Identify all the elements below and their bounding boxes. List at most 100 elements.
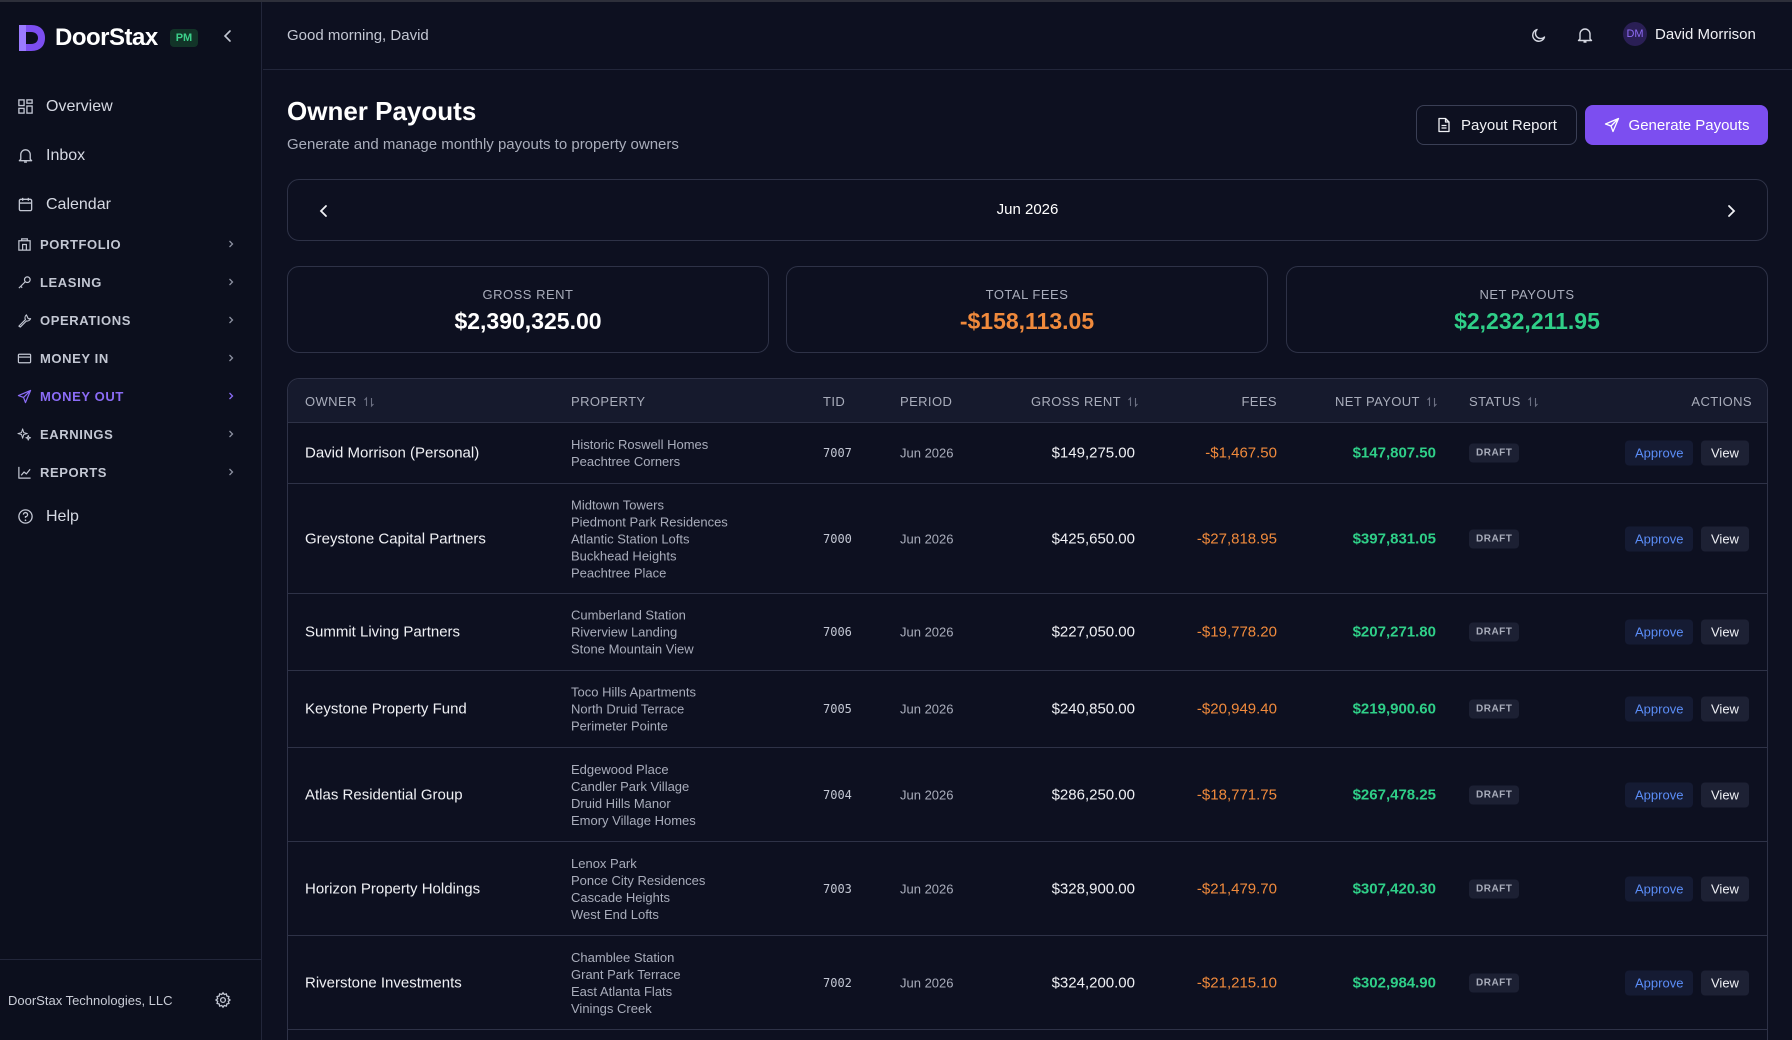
period: Jun 2026: [900, 701, 954, 717]
view-button[interactable]: View: [1701, 782, 1749, 807]
nav-help[interactable]: Help: [0, 492, 262, 541]
file-icon: [1438, 117, 1450, 133]
nav-money-in[interactable]: MONEY IN: [0, 339, 262, 377]
approve-button[interactable]: Approve: [1625, 782, 1694, 807]
gross-rent: $227,050.00: [1051, 623, 1135, 641]
property-name: Historic Roswell Homes: [571, 437, 709, 452]
column-fees-label: FEES: [1241, 394, 1277, 409]
chevron-right-icon: [229, 354, 234, 362]
gross-rent-card: GROSS RENT $2,390,325.00: [287, 266, 769, 353]
moon-icon[interactable]: [1530, 26, 1548, 44]
status-badge: DRAFT: [1469, 973, 1520, 992]
nav-earnings[interactable]: EARNINGS: [0, 415, 262, 453]
property-list: Midtown Towers Piedmont Park Residences …: [571, 496, 728, 581]
nav-portfolio[interactable]: PORTFOLIO: [0, 225, 262, 263]
view-button[interactable]: View: [1701, 876, 1749, 901]
nav-money-out-label: MONEY OUT: [40, 388, 124, 404]
gross-rent-value: $2,390,325.00: [454, 308, 602, 334]
greeting: Good morning, David: [287, 27, 429, 44]
nav-calendar[interactable]: Calendar: [0, 180, 262, 229]
total-fees-value: -$158,113.05: [959, 308, 1095, 334]
property-name: Cascade Heights: [571, 889, 670, 905]
net-payouts-value: $2,232,211.95: [1454, 308, 1600, 334]
property-list: Historic Roswell Homes Peachtree Corners: [571, 436, 708, 470]
nav-leasing[interactable]: LEASING: [0, 263, 262, 301]
fees: -$21,479.70: [1196, 880, 1277, 897]
property-name: North Druid Terrace: [571, 701, 685, 717]
payout-report-button[interactable]: Payout Report: [1416, 105, 1577, 145]
sidebar: DoorStax PM Overview Inbox Calendar PORT…: [0, 2, 262, 1040]
property-name: East Atlanta Flats: [571, 983, 673, 999]
view-button[interactable]: View: [1701, 970, 1749, 995]
period-selector: Jun 2026: [287, 179, 1768, 241]
gross-rent-label: GROSS RENT: [482, 287, 574, 302]
fees: -$1,467.50: [1205, 444, 1277, 462]
nav-earnings-label: EARNINGS: [40, 426, 114, 442]
property-name: Piedmont Park Residences: [571, 514, 728, 529]
approve-button[interactable]: Approve: [1625, 619, 1694, 645]
column-property-label: PROPERTY: [571, 394, 646, 409]
owner-name: Atlas Residential Group: [305, 786, 463, 803]
grid-icon: [18, 99, 33, 114]
view-button[interactable]: View: [1701, 696, 1749, 722]
tid: 7003: [823, 881, 852, 896]
owner-name: Riverstone Investments: [305, 974, 462, 991]
pm-badge: PM: [169, 29, 199, 47]
nav-inbox[interactable]: Inbox: [0, 131, 262, 180]
property-name: Peachtree Place: [571, 565, 667, 580]
view-button[interactable]: View: [1701, 526, 1749, 551]
view-button[interactable]: View: [1701, 440, 1749, 466]
approve-button[interactable]: Approve: [1625, 876, 1694, 901]
collapse-sidebar-icon[interactable]: [219, 27, 237, 45]
column-property: PROPERTY: [571, 394, 645, 409]
approve-button[interactable]: Approve: [1625, 526, 1694, 551]
nav-leasing-label: LEASING: [40, 274, 102, 290]
line-chart-icon: [18, 466, 31, 479]
period: Jun 2026: [900, 624, 954, 640]
column-owner[interactable]: OWNER: [305, 394, 375, 409]
avatar: DM: [1623, 22, 1647, 46]
total-fees-label: TOTAL FEES: [985, 287, 1069, 302]
gross-rent: $425,650.00: [1051, 530, 1135, 547]
chevron-right-icon[interactable]: [1721, 201, 1741, 221]
fees: -$21,215.10: [1196, 974, 1277, 991]
gear-icon[interactable]: [214, 991, 232, 1009]
company-name: DoorStax Technologies, LLC: [8, 992, 173, 1008]
column-period-label: PERIOD: [900, 394, 953, 409]
tid: 7007: [823, 446, 852, 460]
nav-reports[interactable]: REPORTS: [0, 453, 262, 491]
approve-button[interactable]: Approve: [1625, 970, 1694, 995]
gross-rent: $324,200.00: [1051, 974, 1135, 991]
user-menu[interactable]: DM David Morrison: [1623, 22, 1756, 46]
bell-icon[interactable]: [1576, 26, 1594, 44]
nav-operations[interactable]: OPERATIONS: [0, 301, 262, 339]
table-row: Greystone Capital Partners Midtown Tower…: [288, 484, 1767, 594]
property-name: Toco Hills Apartments: [571, 684, 696, 700]
approve-button[interactable]: Approve: [1625, 440, 1694, 466]
fees: -$18,771.75: [1196, 786, 1277, 803]
column-gross-rent[interactable]: GROSS RENT: [1031, 394, 1139, 409]
owner-name: Greystone Capital Partners: [305, 530, 486, 547]
nav-money-out[interactable]: MONEY OUT: [0, 377, 262, 415]
approve-button[interactable]: Approve: [1625, 696, 1694, 722]
column-status[interactable]: STATUS: [1469, 394, 1539, 409]
bell-icon: [18, 149, 33, 163]
nav-help-group: Help: [0, 492, 262, 541]
nav-main: Overview Inbox Calendar: [0, 82, 262, 229]
nav-overview[interactable]: Overview: [0, 82, 262, 131]
property-name: Riverview Landing: [571, 624, 678, 640]
help-circle-icon: [18, 509, 33, 524]
nav-inbox-label: Inbox: [46, 146, 86, 164]
net-payout: $397,831.05: [1352, 530, 1436, 547]
generate-payouts-button[interactable]: Generate Payouts: [1585, 105, 1768, 145]
column-net-payout[interactable]: NET PAYOUT: [1335, 394, 1438, 409]
sort-icon: [1128, 396, 1138, 407]
calendar-icon: [18, 197, 33, 212]
sort-icon: [1527, 396, 1538, 407]
view-button[interactable]: View: [1701, 619, 1749, 645]
brand[interactable]: DoorStax PM: [16, 20, 199, 56]
chevron-right-icon: [229, 240, 234, 248]
property-name: Perimeter Pointe: [571, 718, 668, 734]
property-name: Lenox Park: [571, 855, 637, 871]
top-header: Good morning, David DM David Morrison: [263, 2, 1792, 70]
